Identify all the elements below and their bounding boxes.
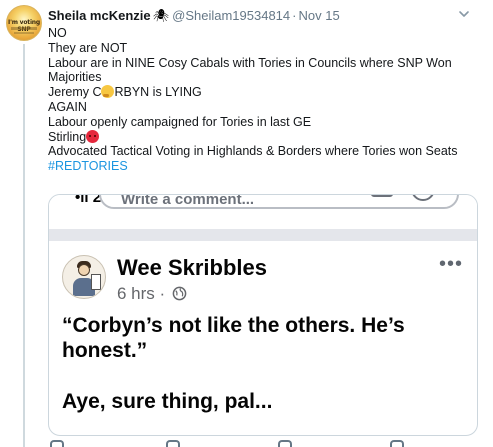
avatar-decoration bbox=[14, 32, 34, 34]
chevron-down-icon[interactable] bbox=[457, 7, 471, 21]
hashtag-link[interactable]: #REDTORIES bbox=[48, 159, 478, 174]
tweet-line: NO bbox=[48, 26, 67, 40]
author-avatar[interactable]: I'm voting SNP bbox=[6, 5, 42, 41]
avatar-text: I'm voting SNP bbox=[8, 19, 40, 33]
retweet-icon[interactable] bbox=[166, 440, 180, 447]
tweet-line: Labour are in NINE Cosy Cabals with Tori… bbox=[48, 55, 452, 70]
header-separator: · bbox=[292, 8, 297, 23]
tweet-line: Advocated Tactical Voting in Highlands &… bbox=[48, 144, 458, 159]
like-icon[interactable] bbox=[278, 440, 292, 447]
tweet-line: Stirling bbox=[48, 129, 478, 145]
post-text-line: “Corbyn’s not like the others. He’s bbox=[62, 314, 405, 337]
divider bbox=[49, 229, 477, 241]
share-icon[interactable] bbox=[390, 440, 404, 447]
post-author-avatar[interactable] bbox=[62, 255, 106, 299]
tweet-line: Majorities bbox=[48, 70, 102, 85]
tweet-line-part: Jeremy C bbox=[48, 85, 102, 100]
tweet-line: They are NOT bbox=[48, 40, 128, 55]
angry-face-emoji-icon bbox=[86, 129, 100, 143]
post-time: 6 hrs bbox=[117, 284, 155, 303]
post-text-gap bbox=[62, 363, 467, 389]
more-options-icon[interactable]: ••• bbox=[439, 253, 463, 276]
author-handle[interactable]: @Sheilam19534814 bbox=[172, 8, 290, 23]
tweet-line-part: Stirling bbox=[48, 129, 87, 144]
tweet-line: Labour openly campaigned for Tories in l… bbox=[48, 114, 312, 129]
tweet-header: Sheila mcKenzie 🕷 @Sheilam19534814 · Nov 15 bbox=[48, 7, 340, 25]
avatar-head bbox=[78, 264, 90, 276]
attached-screenshot[interactable]: •ıl 22 ▾ 10:20 100% Write a comment... W… bbox=[48, 194, 478, 436]
globe-icon bbox=[172, 286, 187, 301]
avatar-sketchpad bbox=[91, 274, 101, 290]
post-meta: 6 hrs · bbox=[117, 284, 187, 304]
post-text-line: Aye, sure thing, pal... bbox=[62, 390, 273, 413]
post-author-name[interactable]: Wee Skribbles bbox=[117, 255, 267, 281]
thread-line bbox=[23, 44, 25, 447]
camera-icon[interactable] bbox=[371, 195, 393, 197]
post-text: “Corbyn’s not like the others. He’s hone… bbox=[62, 313, 467, 414]
meta-separator: · bbox=[159, 284, 166, 303]
post-text-line: honest.” bbox=[62, 339, 148, 362]
reply-icon[interactable] bbox=[50, 440, 64, 447]
emoji-icon[interactable] bbox=[411, 195, 435, 201]
tweet-line-part: RBYN is LYING bbox=[114, 85, 202, 100]
thinking-face-emoji-icon bbox=[101, 85, 115, 99]
tweet-line: AGAIN bbox=[48, 99, 87, 114]
author-name[interactable]: Sheila mcKenzie bbox=[48, 8, 151, 23]
avatar-decoration bbox=[11, 27, 37, 30]
comment-input[interactable]: Write a comment... bbox=[99, 194, 459, 209]
tweet-date[interactable]: Nov 15 bbox=[298, 8, 339, 23]
tweet-actions bbox=[48, 440, 478, 447]
tweet-text: NO They are NOT Labour are in NINE Cosy … bbox=[48, 26, 478, 174]
spider-emoji-icon: 🕷 bbox=[152, 8, 170, 23]
tweet: I'm voting SNP Sheila mcKenzie🕷@Sheilam1… bbox=[0, 0, 493, 447]
comment-placeholder: Write a comment... bbox=[121, 194, 255, 208]
tweet-line: Jeremy C RBYN is LYING bbox=[48, 85, 478, 100]
